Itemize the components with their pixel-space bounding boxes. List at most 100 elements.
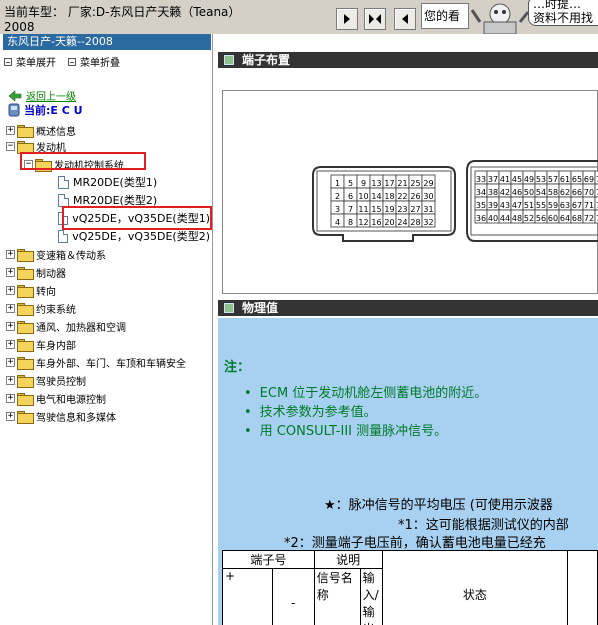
pin-number: 36 xyxy=(476,214,486,223)
tree-item-electrical[interactable]: + 电气和电源控制 xyxy=(6,390,106,406)
pin-number: 59 xyxy=(548,201,558,210)
pin-number: 18 xyxy=(384,192,394,201)
document-icon xyxy=(58,175,69,189)
pin-number: 25 xyxy=(410,179,420,188)
tree-item-label: 概述信息 xyxy=(36,126,76,138)
tree-item-driver-controls[interactable]: + 驾驶员控制 xyxy=(6,372,86,388)
pin-number: 34 xyxy=(476,188,486,197)
tree-item-transmission[interactable]: + 变速箱＆传动系 xyxy=(6,246,106,262)
pin-number: 3 xyxy=(335,205,340,214)
pin-number: 68 xyxy=(572,214,582,223)
tree-item-multimedia[interactable]: + 驾驶信息和多媒体 xyxy=(6,408,116,424)
pin-number: 37 xyxy=(488,175,498,184)
note-title: 注： xyxy=(224,360,251,375)
prev-icon xyxy=(402,14,408,24)
pin-number: 47 xyxy=(512,201,522,210)
expand-toggle-icon[interactable]: + xyxy=(6,285,15,295)
connector-pinout-figure: 1 5 9 13 17 21 25 292 6 10 14 18 22 26 303 7 11 15 19 23 27 3… xyxy=(312,160,598,242)
pin-number: 38 xyxy=(488,188,498,197)
pin-number: 67 xyxy=(572,201,582,210)
tree-item-hvac[interactable]: + 通风、加热器和空调 xyxy=(6,318,126,334)
pin-number: 4 xyxy=(335,218,340,227)
pin-number: 64 xyxy=(560,214,570,223)
header-terminal: 端子号 xyxy=(222,550,315,569)
collapse-toggle-icon[interactable]: − xyxy=(6,141,15,151)
pin-number: 21 xyxy=(397,179,407,188)
pin-number: 19 xyxy=(384,205,394,214)
expand-toggle-icon[interactable]: + xyxy=(6,393,15,403)
content-pane: 端子布置 1 5 9 13 17 21 25 29 2 6 10 14 18 22 26 30 3 7 11 15 19… xyxy=(214,34,598,625)
highlight-box xyxy=(20,152,146,170)
menu-collapse-label: 菜单折叠 xyxy=(80,58,120,69)
back-link[interactable]: 返回上一级 xyxy=(8,88,76,103)
section-title: 物理值 xyxy=(242,301,279,315)
pin-number: 17 xyxy=(384,179,394,188)
vehicle-year: 2008 xyxy=(4,20,35,34)
left-pin-grid: 1 5 9 13 17 21 25 292 6 10 14 18 22 26 303 7 11 15 19 23 27 3… xyxy=(330,174,436,228)
connector-diagram: 1 5 9 13 17 21 25 29 2 6 10 14 18 22 26 30 3 7 11 15 19 23 27 3… xyxy=(222,90,598,294)
bubble-text: …时提… 资料不用找 xyxy=(533,0,594,25)
mascot-icon xyxy=(470,3,530,34)
pin-number: 35 xyxy=(476,201,486,210)
expand-toggle-icon[interactable]: + xyxy=(6,303,15,313)
pin-number: 32 xyxy=(423,218,433,227)
header-extra xyxy=(567,550,598,625)
footnote-star: ★：脉冲信号的平均电压 (可使用示波器 xyxy=(324,498,553,513)
ecu-icon xyxy=(8,103,20,117)
menu-collapse-button[interactable]: 菜单折叠 xyxy=(68,54,120,69)
header-io: 输入/输出 xyxy=(359,568,383,625)
pin-number: 5 xyxy=(348,179,353,188)
folder-icon xyxy=(17,266,34,280)
prev-button[interactable] xyxy=(394,8,416,30)
pin-number: 56 xyxy=(536,214,546,223)
right-pin-grid: 3337414549535761656973343842465054586266… xyxy=(474,170,598,224)
expand-toggle-icon[interactable]: + xyxy=(6,357,15,367)
expand-toggle-icon[interactable]: + xyxy=(6,375,15,385)
expand-button[interactable] xyxy=(364,8,386,30)
document-icon xyxy=(58,229,69,243)
tree-item-label: 电气和电源控制 xyxy=(36,394,106,406)
tree-item-brakes[interactable]: + 制动器 xyxy=(6,264,66,280)
tree-item-label: 通风、加热器和空调 xyxy=(36,322,126,334)
tree-item-restraint[interactable]: + 约束系统 xyxy=(6,300,76,316)
current-ecu: 当前:E C U xyxy=(8,102,83,118)
expand-toggle-icon[interactable]: + xyxy=(6,339,15,349)
pin-number: 45 xyxy=(512,175,522,184)
document-icon xyxy=(58,193,69,207)
folder-icon xyxy=(17,320,34,334)
top-bar: 当前车型： 厂家:D-东风日产天籁（Teana） 2008 您的看 …时提… 资… xyxy=(0,0,598,34)
pin-number: 50 xyxy=(524,188,534,197)
tree-item-overview[interactable]: + 概述信息 xyxy=(6,122,76,138)
menu-expand-button[interactable]: 菜单展开 xyxy=(4,54,56,69)
expand-toggle-icon[interactable]: + xyxy=(6,321,15,331)
tree-leaf-vq25de-2[interactable]: vQ25DE，vQ35DE(类型2) xyxy=(58,228,210,244)
tree-leaf-mr20de-1[interactable]: MR20DE(类型1) xyxy=(58,174,157,190)
pin-number: 14 xyxy=(371,192,381,201)
tip-text: 您的看 xyxy=(424,9,461,23)
pin-number: 15 xyxy=(371,205,381,214)
tree-item-exterior[interactable]: + 车身外部、车门、车顶和车辆安全 xyxy=(6,354,186,370)
tree-item-interior[interactable]: + 车身内部 xyxy=(6,336,76,352)
pin-number: 72 xyxy=(584,214,594,223)
tip-bubble: …时提… 资料不用找 xyxy=(528,0,598,26)
tree-item-label: 约束系统 xyxy=(36,304,76,316)
folder-icon xyxy=(17,356,34,370)
pin-number: 23 xyxy=(397,205,407,214)
expand-toggle-icon[interactable]: + xyxy=(6,267,15,277)
folder-icon xyxy=(17,124,34,138)
pin-number: 30 xyxy=(423,192,433,201)
pin-number: 31 xyxy=(423,205,433,214)
pin-number: 10 xyxy=(358,192,368,201)
expand-toggle-icon[interactable]: + xyxy=(6,249,15,259)
pin-number: 41 xyxy=(500,175,510,184)
pin-number: 26 xyxy=(410,192,420,201)
tree-item-steering[interactable]: + 转向 xyxy=(6,282,56,298)
next-button[interactable] xyxy=(336,8,358,30)
header-signal-name: 信号名称 xyxy=(313,568,361,625)
expand-toggle-icon[interactable]: + xyxy=(6,411,15,421)
pin-number: 70 xyxy=(584,188,594,197)
physical-values-panel: 注： ECM 位于发动机舱左侧蓄电池的附近。 技术参数为参考值。 用 CONSU… xyxy=(218,318,598,625)
expand-icon xyxy=(369,14,381,24)
expand-toggle-icon[interactable]: + xyxy=(6,125,15,135)
pin-number: 71 xyxy=(584,201,594,210)
